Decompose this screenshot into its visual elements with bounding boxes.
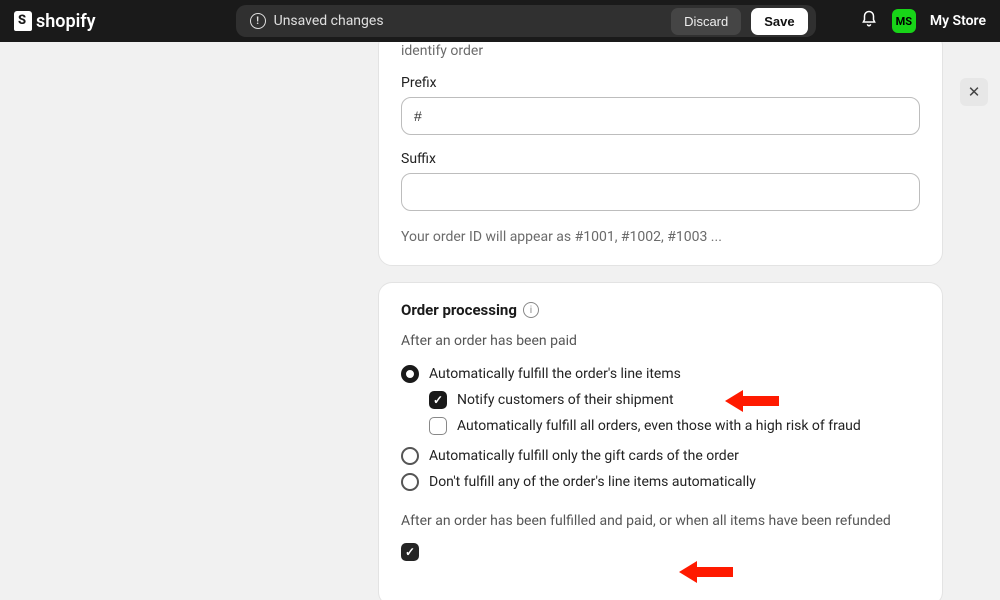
option-fulfill-high-risk[interactable]: Automatically fulfill all orders, even t…	[429, 413, 920, 439]
after-paid-label: After an order has been paid	[401, 333, 920, 349]
store-name[interactable]: My Store	[930, 13, 986, 29]
order-id-intro: identify order	[401, 43, 920, 59]
option-auto-fulfill[interactable]: Automatically fulfill the order's line i…	[401, 361, 920, 387]
alert-icon: !	[250, 13, 266, 29]
order-processing-title: Order processing	[401, 301, 517, 319]
discard-button[interactable]: Discard	[671, 8, 741, 35]
shopify-logo: shopify	[14, 11, 96, 32]
checkbox-icon	[401, 543, 419, 561]
option-auto-archive[interactable]	[401, 539, 920, 565]
unsaved-text: Unsaved changes	[274, 13, 384, 29]
shopify-bag-icon	[14, 11, 32, 31]
suffix-input[interactable]	[401, 173, 920, 211]
unsaved-changes-bar: ! Unsaved changes Discard Save	[236, 5, 816, 37]
radio-icon	[401, 447, 419, 465]
option-gift-cards-only[interactable]: Automatically fulfill only the gift card…	[401, 443, 920, 469]
option-dont-fulfill[interactable]: Don't fulfill any of the order's line it…	[401, 469, 920, 495]
store-avatar[interactable]: MS	[892, 9, 916, 33]
radio-icon	[401, 473, 419, 491]
radio-icon	[401, 365, 419, 383]
checkbox-icon	[429, 417, 447, 435]
close-button[interactable]: ✕	[960, 78, 988, 106]
option-auto-fulfill-label: Automatically fulfill the order's line i…	[429, 366, 681, 382]
suffix-label: Suffix	[401, 151, 920, 167]
brand-text: shopify	[36, 11, 96, 32]
info-icon[interactable]: i	[523, 302, 539, 318]
option-high-risk-label: Automatically fulfill all orders, even t…	[457, 418, 861, 434]
order-id-preview: Your order ID will appear as #1001, #100…	[401, 229, 920, 245]
option-gift-label: Automatically fulfill only the gift card…	[429, 448, 739, 464]
option-notify-label: Notify customers of their shipment	[457, 392, 674, 408]
page-body: ✕ identify order Prefix Suffix Your orde…	[0, 42, 1000, 600]
prefix-label: Prefix	[401, 75, 920, 91]
option-auto-archive-label	[429, 544, 432, 560]
checkbox-icon	[429, 391, 447, 409]
notifications-icon[interactable]	[860, 10, 878, 32]
top-bar: shopify ! Unsaved changes Discard Save M…	[0, 0, 1000, 42]
prefix-input[interactable]	[401, 97, 920, 135]
order-processing-card: Order processing i After an order has be…	[378, 282, 943, 600]
option-none-label: Don't fulfill any of the order's line it…	[429, 474, 756, 490]
option-notify-customers[interactable]: Notify customers of their shipment	[429, 387, 920, 413]
after-fulfilled-label: After an order has been fulfilled and pa…	[401, 513, 920, 529]
save-button[interactable]: Save	[751, 8, 807, 35]
order-id-card: identify order Prefix Suffix Your order …	[378, 42, 943, 266]
